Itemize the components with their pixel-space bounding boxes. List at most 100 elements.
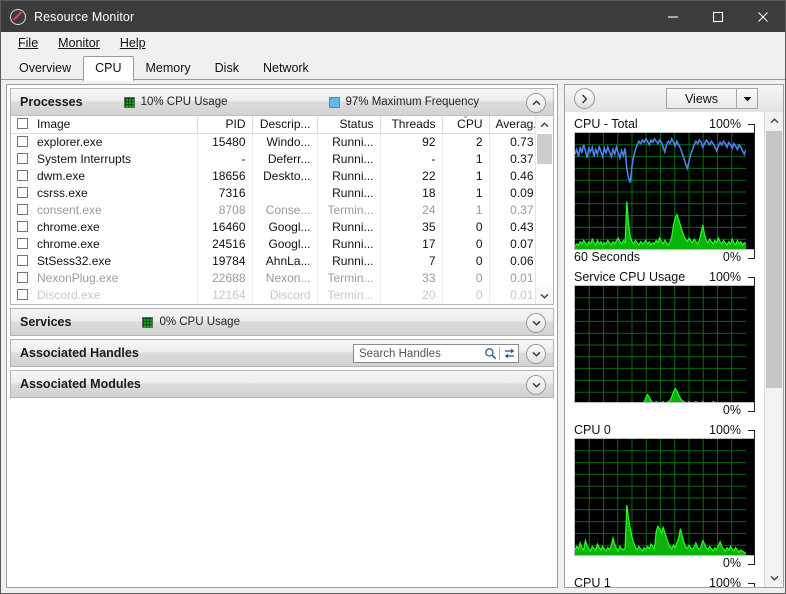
graph-cpu-1: CPU 1 100%	[574, 576, 755, 587]
row-checkbox[interactable]	[17, 135, 28, 147]
row-checkbox[interactable]	[17, 220, 28, 232]
graphs-scrollbar-thumb[interactable]	[766, 131, 782, 388]
close-button[interactable]	[740, 1, 785, 32]
processes-collapse-button[interactable]	[526, 93, 546, 113]
graph-range-bracket	[748, 583, 755, 587]
row-checkbox[interactable]	[17, 288, 28, 300]
table-row[interactable]: System Interrupts - Deferr... Runni... -1 0.3…	[11, 150, 541, 167]
cell-status: Termin...	[317, 286, 381, 303]
column-header-threads-label: Threads	[391, 117, 436, 132]
graph-labels: CPU 1 100%	[574, 576, 755, 587]
triangle-down-icon[interactable]	[737, 96, 757, 102]
menu-help-label: Help	[119, 36, 146, 50]
cell-image-label: chrome.exe	[37, 236, 100, 251]
row-checkbox[interactable]	[17, 186, 28, 198]
graphs-scroll-down-button[interactable]	[765, 569, 783, 587]
table-row[interactable]: StSess32.exe 19784 AhnLa... Runni... 7 0 0.06	[11, 252, 541, 269]
cell-average: 0.01	[489, 286, 541, 303]
services-header[interactable]: Services 0% CPU Usage	[11, 309, 553, 335]
column-header-average[interactable]: Averag...	[489, 116, 541, 134]
row-checkbox[interactable]	[17, 271, 28, 283]
tab-cpu[interactable]: CPU	[83, 56, 134, 81]
cell-description: Deferr...	[252, 150, 318, 167]
tab-strip: Overview CPU Memory Disk Network	[1, 54, 785, 81]
column-header-pid[interactable]: PID	[197, 116, 253, 134]
views-button[interactable]: Views	[666, 88, 758, 109]
resource-monitor-icon	[10, 8, 26, 25]
cell-cpu: 0	[442, 286, 490, 303]
maximize-button[interactable]	[695, 1, 740, 32]
cell-description: Googl...	[252, 235, 318, 252]
refresh-icon[interactable]	[500, 347, 518, 360]
graph-footer: 0%	[574, 556, 755, 571]
scroll-down-button[interactable]	[536, 287, 553, 304]
column-header-image[interactable]: Image	[11, 116, 198, 134]
graph-ymin-label: 0%	[722, 556, 741, 570]
scrollbar-thumb[interactable]	[537, 134, 552, 164]
menu-help[interactable]: Help	[111, 34, 155, 52]
processes-header[interactable]: Processes 10% CPU Usage 97% Maximum Freq…	[11, 89, 553, 116]
scroll-up-button[interactable]	[536, 116, 553, 133]
graph-labels: Service CPU Usage 100%	[574, 270, 755, 285]
tab-overview[interactable]: Overview	[7, 56, 83, 80]
graphs-scroll-up-button[interactable]	[765, 112, 783, 130]
row-checkbox[interactable]	[17, 254, 28, 266]
graph-canvas	[574, 285, 755, 403]
cell-cpu: 0	[442, 252, 490, 269]
graph-ymax-label: 100%	[709, 270, 741, 284]
services-expand-button[interactable]	[526, 313, 546, 333]
cell-image-label: Discord.exe	[37, 287, 101, 302]
row-checkbox[interactable]	[17, 169, 28, 181]
search-handles-input[interactable]: Search Handles	[354, 348, 481, 360]
cell-image: NexonPlug.exe	[11, 269, 198, 286]
column-header-description[interactable]: Descrip...	[252, 116, 318, 134]
column-header-threads[interactable]: Threads	[380, 116, 443, 134]
graphs-scrollbar[interactable]	[764, 112, 783, 587]
chevron-down-icon	[532, 382, 540, 388]
graphs-toolbar: Views	[565, 85, 783, 113]
search-handles-box[interactable]: Search Handles	[353, 344, 519, 363]
cell-cpu: 1	[442, 184, 490, 201]
table-row[interactable]: explorer.exe 15480 Windo... Runni... 92 2 0.73	[11, 133, 541, 150]
associated-modules-title: Associated Modules	[20, 377, 141, 391]
tab-network[interactable]: Network	[251, 56, 321, 80]
table-row[interactable]: NexonPlug.exe 22688 Nexon... Termin... 33 0 0.…	[11, 269, 541, 286]
row-checkbox[interactable]	[17, 237, 28, 249]
tab-memory-label: Memory	[145, 61, 191, 75]
table-row[interactable]: consent.exe 8708 Conse... Termin... 24 1 0.37	[11, 201, 541, 218]
column-header-image-label: Image	[37, 117, 71, 132]
chevron-up-icon	[770, 118, 778, 124]
table-row[interactable]: dwm.exe 18656 Deskto... Runni... 22 1 0.46	[11, 167, 541, 184]
collapse-graphs-button[interactable]	[574, 88, 595, 109]
table-row[interactable]: chrome.exe 16460 Googl... Runni... 35 0 0.43	[11, 218, 541, 235]
cell-pid: 16460	[197, 218, 253, 235]
tab-disk[interactable]: Disk	[203, 56, 251, 80]
sort-indicator-chevron-down-icon: ⌄	[443, 116, 489, 120]
select-all-checkbox[interactable]	[17, 118, 28, 130]
cell-description: Nexon...	[252, 269, 318, 286]
cell-description	[252, 184, 318, 201]
process-table-scrollbar[interactable]	[535, 116, 553, 304]
magnifier-icon[interactable]	[481, 347, 499, 360]
table-row[interactable]: Discord.exe 12164 Discord Termin... 20 0 0.01	[11, 286, 541, 303]
column-header-cpu[interactable]: ⌄ CPU	[442, 116, 490, 134]
column-header-status[interactable]: Status	[317, 116, 381, 134]
tab-memory[interactable]: Memory	[134, 56, 203, 80]
minimize-button[interactable]	[650, 1, 695, 32]
associated-handles-expand-button[interactable]	[526, 344, 546, 364]
menu-file[interactable]: File	[9, 34, 47, 52]
associated-modules-header[interactable]: Associated Modules	[11, 371, 553, 397]
associated-handles-header[interactable]: Associated Handles Search Handles	[11, 340, 553, 366]
table-row[interactable]: chrome.exe 24516 Googl... Runni... 17 0 0.07	[11, 235, 541, 252]
tab-disk-label: Disk	[214, 61, 239, 75]
services-title: Services	[20, 315, 72, 329]
graph-footer: 60 Seconds 0%	[574, 250, 755, 265]
cell-image: consent.exe	[11, 201, 198, 218]
table-row[interactable]: csrss.exe 7316 Runni... 18 1 0.09	[11, 184, 541, 201]
column-header-description-label: Descrip...	[259, 117, 311, 132]
cell-status: Termin...	[317, 269, 381, 286]
row-checkbox[interactable]	[17, 203, 28, 215]
row-checkbox[interactable]	[17, 152, 28, 164]
associated-modules-expand-button[interactable]	[526, 375, 546, 395]
menu-monitor[interactable]: Monitor	[49, 34, 109, 52]
